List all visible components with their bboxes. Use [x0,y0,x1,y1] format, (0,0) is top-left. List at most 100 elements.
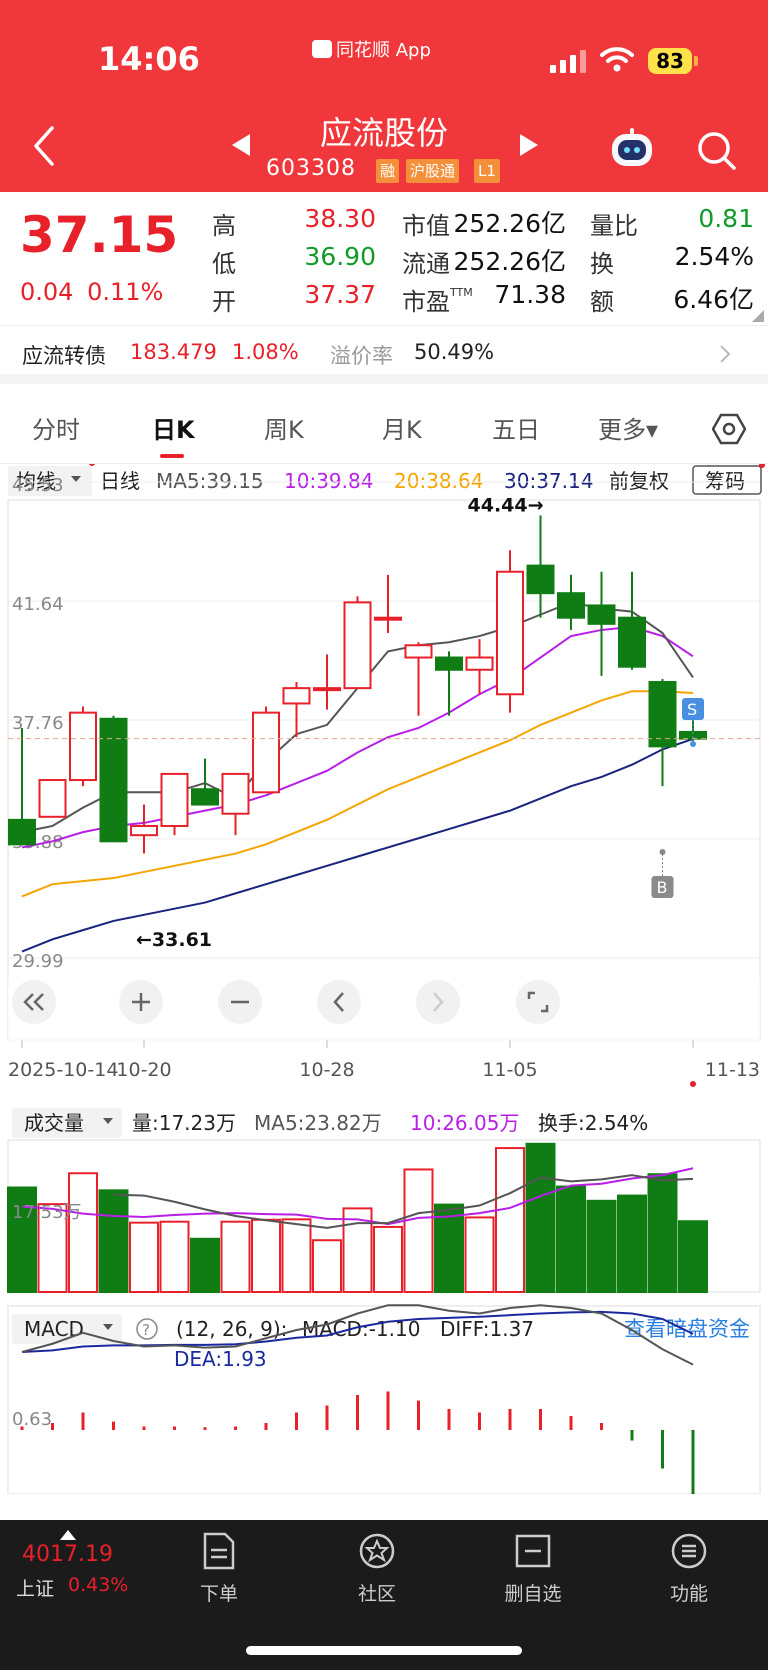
price-tick-label: 41.64 [12,594,64,615]
volume-readout: 量:17.23万 [132,1111,236,1135]
candle-body [648,681,677,748]
dea-value: DEA:1.93 [174,1347,267,1371]
candle-body [435,656,463,671]
functions-menu-icon [671,1533,707,1569]
macd-indicator-label: MACD [24,1317,84,1341]
remove-watchlist-icon [515,1534,551,1568]
volume-bar [464,1216,495,1294]
turnover-readout: 换手:2.54% [538,1111,648,1135]
candle-body [587,604,616,625]
kline-chart[interactable]: 均线 日线 MA5:39.15 10:39.84 20:38.64 30:37.… [0,464,768,1494]
tab-daily-k[interactable]: 日K [152,410,195,445]
change-amount: 0.04 [20,278,74,306]
scroll-right-button[interactable] [416,980,460,1024]
nav-community[interactable]: 社区 [332,1520,422,1606]
change-percent: 0.11% [87,278,164,306]
bond-price: 183.479 [130,340,217,364]
tab-five-day[interactable]: 五日 [492,410,540,445]
low-label: 低 [212,250,236,278]
scroll-left-button[interactable] [317,980,361,1024]
fullscreen-button[interactable] [516,980,560,1024]
open-label: 开 [212,288,236,316]
battery-tip [694,56,698,66]
nav-community-label: 社区 [357,1583,396,1605]
zoom-in-button[interactable] [119,980,163,1024]
candle-body [191,788,219,806]
stock-code: 603308 [266,156,356,181]
volume-bar [129,1221,159,1294]
volume-bar [159,1220,190,1293]
search-icon[interactable] [694,128,738,172]
volume-bar [251,1218,281,1294]
min-price-annotation: ←33.61 [136,929,212,951]
index-value: 4017.19 [22,1542,113,1567]
sell-signal-dot [690,741,696,747]
amount-value: 6.46亿 [673,285,754,314]
float-value: 252.26亿 [453,247,566,276]
tag-level: L1 [474,159,500,183]
volume-tick: 17.53万 [12,1202,82,1223]
robot-assistant-icon[interactable] [608,126,656,170]
nav-functions-label: 功能 [669,1583,708,1605]
up-triangle-icon [60,1530,76,1540]
pe-label: 市盈TTM [402,286,473,316]
index-pct: 0.43% [68,1574,129,1596]
index-name: 上证 [16,1578,55,1600]
volume-bar [495,1147,525,1293]
tab-monthly-k[interactable]: 月K [382,410,422,445]
double-chevron-left-icon [23,993,44,1011]
low-value: 36.90 [304,242,376,271]
expand-corner-icon[interactable] [752,310,764,322]
settings-hexagon-icon[interactable] [712,412,746,446]
vol-ratio-value: 0.81 [698,204,754,233]
chevron-right-icon [433,992,444,1012]
high-label: 高 [212,212,236,240]
volume-bar [647,1173,678,1293]
battery-icon: 83 [648,48,692,74]
x-tick-label: 10-20 [116,1059,171,1081]
premium-value: 50.49% [414,340,495,364]
fullscreen-icon [527,991,549,1013]
zoom-out-far-button[interactable] [12,980,56,1024]
bond-pct: 1.08% [232,340,299,364]
app-label: 同花顺 App [312,36,431,62]
candle-body [130,824,158,837]
volume-bar [678,1220,708,1293]
last-price: 37.15 [20,206,179,264]
adjust-mode[interactable]: 前复权 [609,469,669,493]
tab-more[interactable]: 更多▾ [598,410,658,445]
convertible-bond-row[interactable]: 应流转债 183.479 1.08% 溢价率 50.49% [0,326,768,384]
minus-icon [231,1000,249,1004]
volume-ma10-readout: 10:26.05万 [410,1111,519,1135]
period-label: 日线 [100,469,140,493]
nav-functions[interactable]: 功能 [644,1520,734,1606]
zoom-out-button[interactable] [218,980,262,1024]
wifi-icon [600,47,634,72]
prev-stock-button[interactable] [232,134,250,156]
mcap-label: 市值 [402,212,450,240]
next-stock-button[interactable] [520,134,538,156]
volume-bar [525,1142,556,1294]
app-logo-icon [312,40,332,58]
volume-bar [68,1172,98,1293]
ma5-readout: MA5:39.15 [156,469,264,493]
sell-signal-label: S [687,700,697,719]
turnover-label: 换 [590,250,614,278]
candle-body [374,616,402,621]
diff-value: DIFF:1.37 [440,1317,534,1341]
float-label: 流通 [402,250,450,278]
price-tick-label: 29.99 [12,951,64,972]
ma20-readout: 20:38.64 [394,469,483,493]
volume-bar [556,1185,586,1294]
candle-body [465,656,494,671]
candle-body [282,687,311,705]
help-icon-glyph: ? [142,1321,150,1339]
tab-intraday[interactable]: 分时 [32,410,80,445]
volume-bar [373,1225,403,1294]
nav-remove-watchlist[interactable]: 删自选 [488,1520,578,1606]
nav-order[interactable]: 下单 [174,1520,264,1606]
tab-weekly-k[interactable]: 周K [264,410,304,445]
top-header: 14:06 同花顺 App 83 应流股份 603308 融 沪股通 L1 [0,0,768,192]
price-change: 0.04 0.11% [20,278,163,306]
candle-body [99,717,128,843]
